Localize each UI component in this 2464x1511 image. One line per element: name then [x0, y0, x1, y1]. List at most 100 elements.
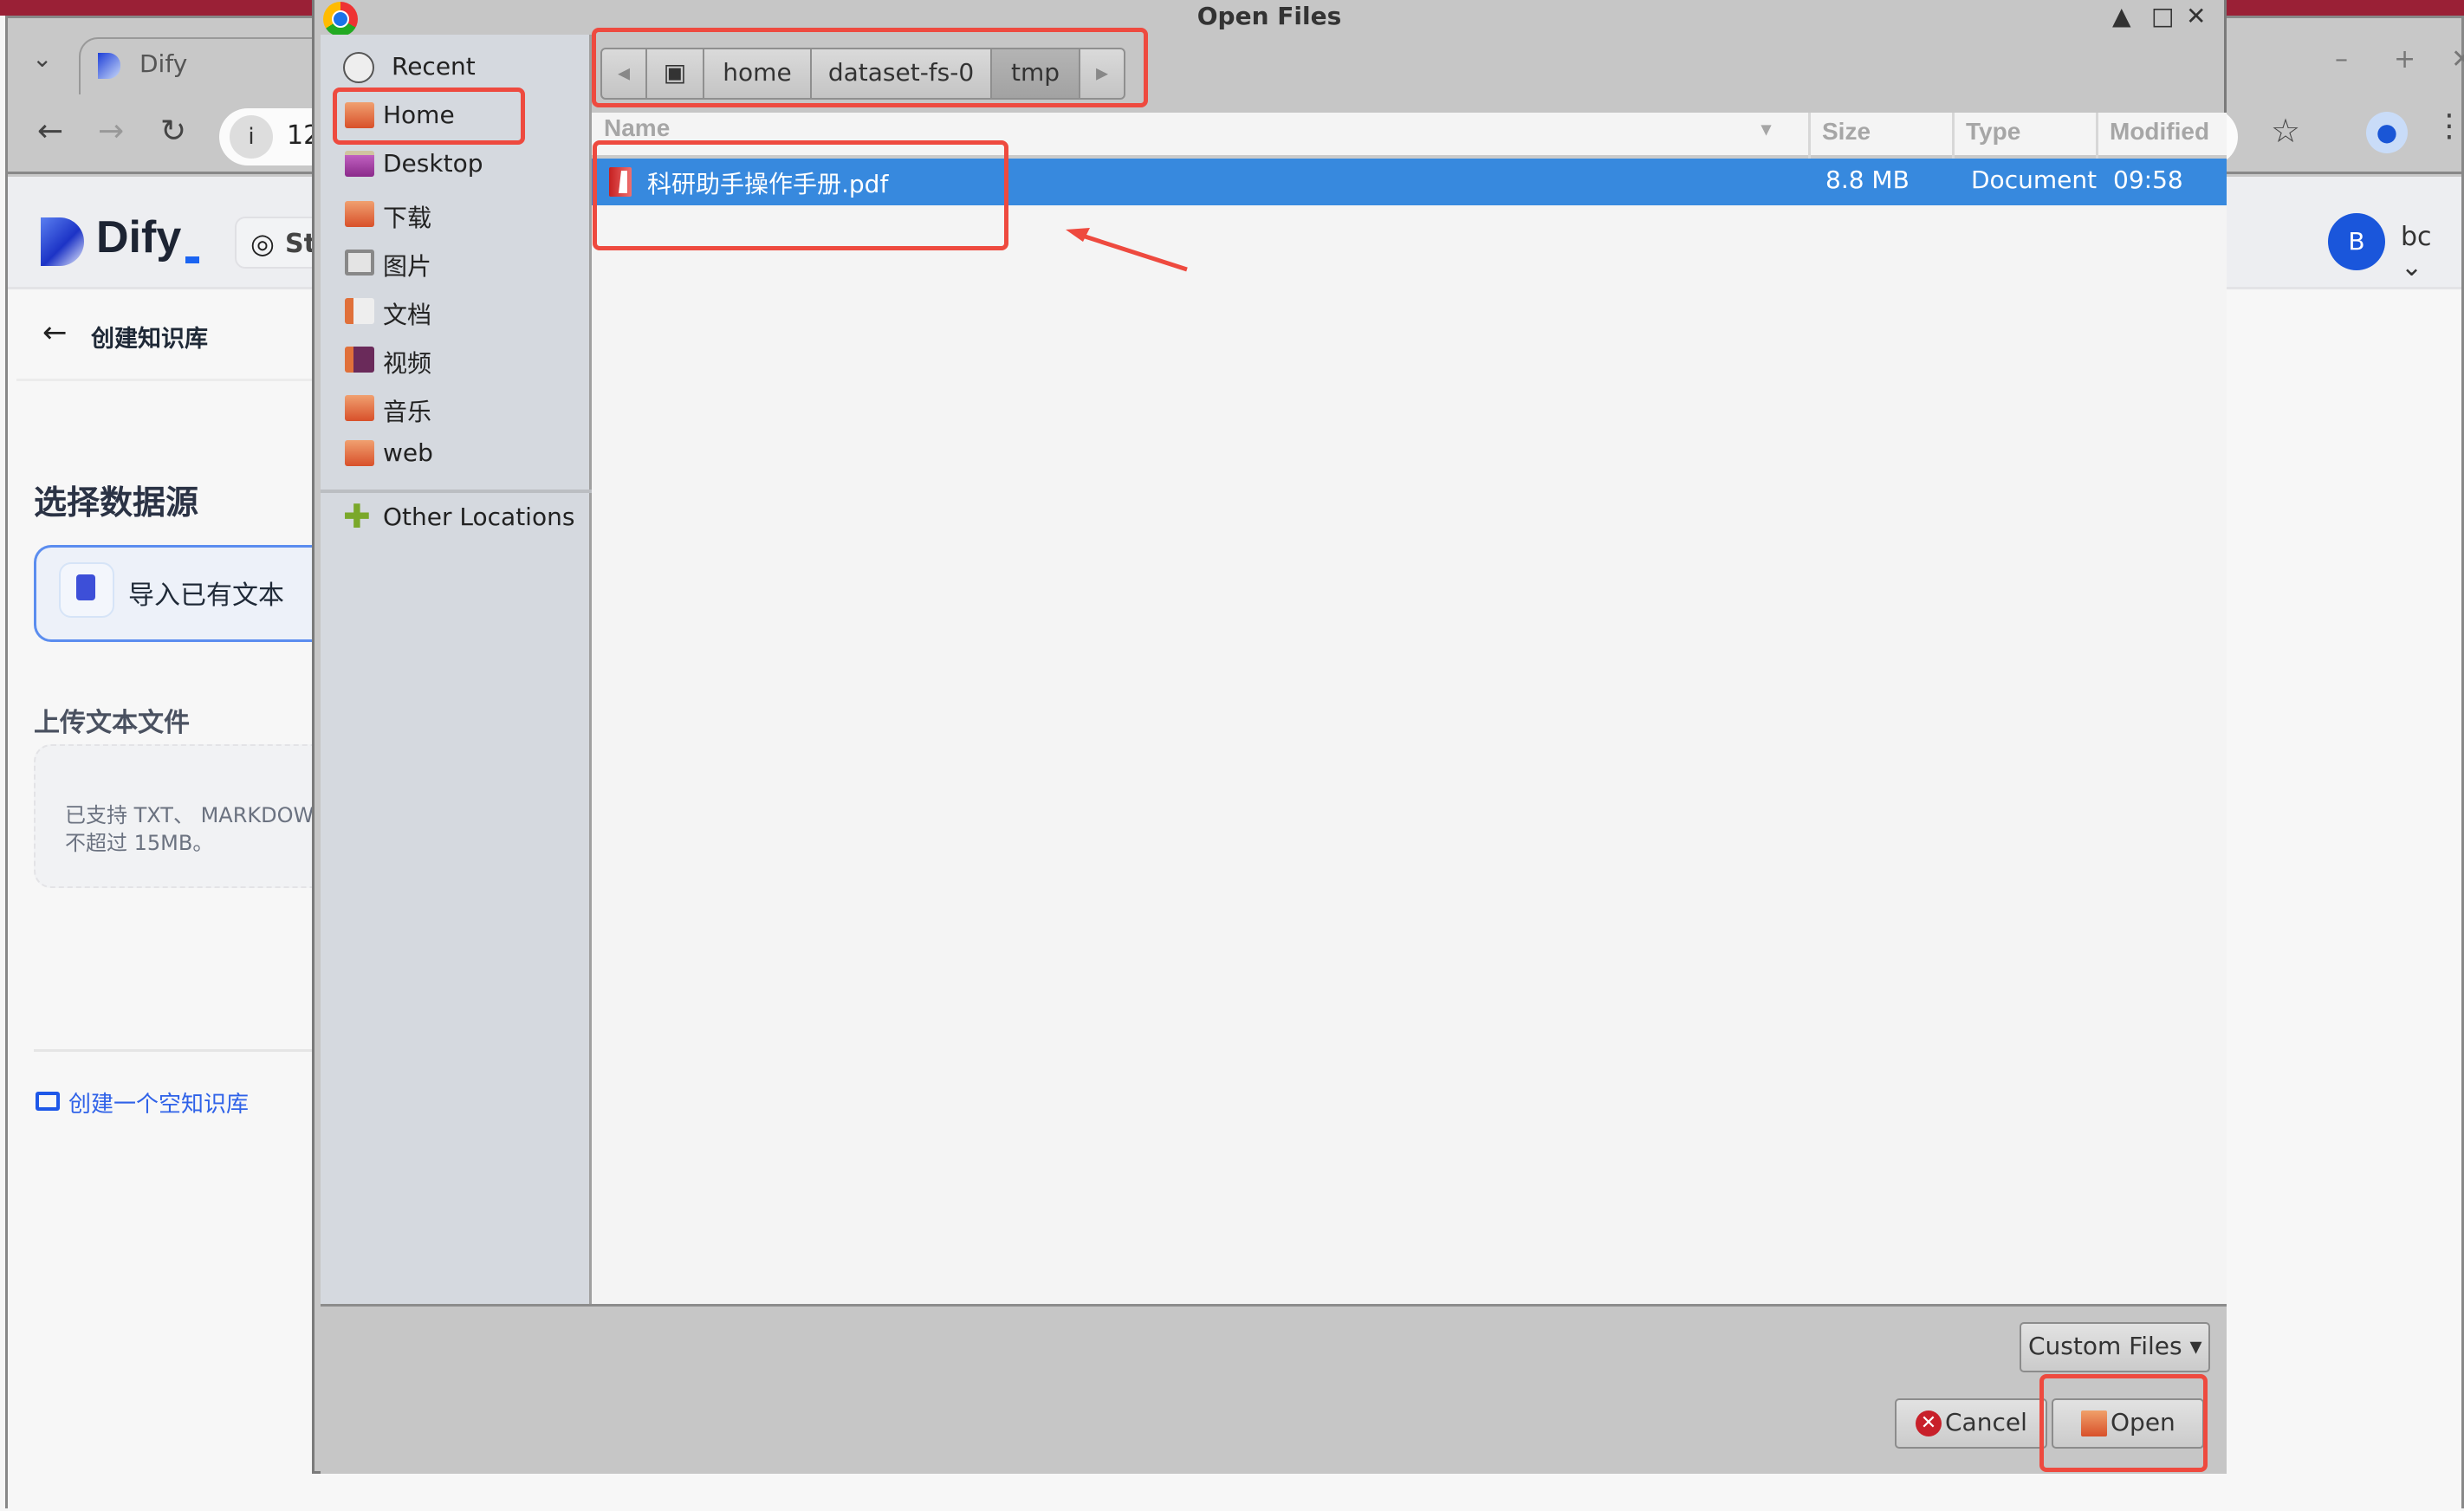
- place-home[interactable]: Home: [321, 95, 592, 140]
- music-folder-icon: [345, 395, 374, 421]
- place-label: web: [383, 438, 433, 467]
- dify-logo-cursor: [185, 256, 199, 263]
- home-folder-icon: [345, 102, 374, 128]
- documents-folder-icon: [345, 298, 374, 324]
- column-name[interactable]: Name: [604, 114, 670, 142]
- pdf-file-icon: [609, 167, 632, 197]
- path-scroll-left-button[interactable]: ◂: [600, 48, 647, 100]
- maximize-icon[interactable]: +: [2394, 44, 2415, 75]
- back-arrow-icon[interactable]: ←: [42, 315, 68, 350]
- dify-favicon-icon: [98, 53, 120, 79]
- column-type[interactable]: Type: [1966, 118, 2020, 146]
- sort-indicator-icon[interactable]: ▾: [1761, 118, 1771, 140]
- place-label: Recent: [392, 52, 476, 81]
- cancel-label: Cancel: [1945, 1408, 2027, 1436]
- profile-icon[interactable]: ●: [2366, 112, 2408, 153]
- file-dropzone[interactable]: 已支持 TXT、 MARKDOWN 不超过 15MB。: [34, 744, 330, 888]
- place-desktop[interactable]: Desktop: [321, 144, 592, 189]
- upload-label: 上传文本文件: [34, 708, 190, 738]
- source-option-label: 导入已有文本: [128, 580, 284, 611]
- place-label: Desktop: [383, 149, 483, 178]
- path-crumb-home[interactable]: home: [703, 48, 812, 100]
- dialog-close-icon[interactable]: ✕: [2186, 2, 2206, 30]
- user-menu[interactable]: bc ⌄: [2401, 222, 2461, 282]
- github-icon: ◎: [250, 227, 275, 260]
- forward-icon[interactable]: →: [98, 113, 124, 149]
- dropzone-hint-2: 不超过 15MB。: [65, 831, 214, 855]
- minimize-icon[interactable]: –: [2335, 44, 2348, 75]
- place-label: Home: [383, 101, 455, 129]
- path-crumb-dataset-fs-0[interactable]: dataset-fs-0: [810, 48, 992, 100]
- column-separator: [2096, 113, 2098, 159]
- plus-icon: ✚: [343, 497, 371, 535]
- open-label: Open: [2111, 1408, 2175, 1436]
- clock-icon: [343, 52, 374, 83]
- dialog-action-bar: Custom Files ▾ ✕ Cancel Open: [321, 1304, 2227, 1474]
- path-crumb-tmp[interactable]: tmp: [990, 48, 1080, 100]
- site-info-icon[interactable]: i: [230, 115, 273, 159]
- places-separator: [321, 490, 592, 493]
- source-icon-box: [59, 562, 114, 618]
- pictures-folder-icon: [345, 250, 374, 276]
- column-separator: [1952, 113, 1955, 159]
- videos-folder-icon: [345, 347, 374, 373]
- tab-list-icon[interactable]: ⌄: [32, 44, 52, 73]
- place-label: 音乐: [383, 398, 432, 426]
- close-icon[interactable]: ✕: [2451, 44, 2464, 75]
- place-label: 文档: [383, 301, 432, 329]
- place-music[interactable]: 音乐: [321, 388, 592, 433]
- source-option-import-text[interactable]: 导入已有文本: [34, 545, 328, 642]
- file-name: 科研助手操作手册.pdf: [647, 170, 889, 198]
- bookmark-star-icon[interactable]: ☆: [2271, 112, 2300, 150]
- path-root-button[interactable]: ▣: [645, 48, 704, 100]
- column-modified[interactable]: Modified: [2110, 118, 2209, 146]
- column-separator: [1808, 113, 1811, 159]
- annotation-arrow: [1066, 228, 1188, 272]
- reload-icon[interactable]: ↻: [160, 113, 186, 149]
- dify-logo-icon: [41, 217, 84, 266]
- divider: [16, 379, 320, 381]
- dialog-minimize-icon[interactable]: ▲: [2112, 2, 2131, 30]
- open-files-dialog: Open Files ▲ □ ✕ Recent Home Desktop 下载 …: [312, 0, 2227, 1474]
- place-documents[interactable]: 文档: [321, 291, 592, 336]
- menu-icon[interactable]: ⋮: [2434, 108, 2464, 144]
- file-row[interactable]: 科研助手操作手册.pdf 8.8 MB Document 09:58: [592, 159, 2227, 205]
- place-downloads[interactable]: 下载: [321, 194, 592, 239]
- place-pictures[interactable]: 图片: [321, 243, 592, 288]
- user-avatar[interactable]: B: [2328, 213, 2385, 270]
- column-size[interactable]: Size: [1822, 118, 1871, 146]
- folder-icon: [345, 440, 374, 466]
- place-recent[interactable]: Recent: [321, 47, 592, 92]
- folder-icon: [36, 1092, 60, 1111]
- downloads-folder-icon: [345, 201, 374, 227]
- place-videos[interactable]: 视频: [321, 340, 592, 385]
- dify-logo-text[interactable]: Dify: [96, 211, 181, 263]
- dialog-maximize-icon[interactable]: □: [2151, 2, 2174, 30]
- create-empty-knowledge-link[interactable]: 创建一个空知识库: [68, 1086, 249, 1119]
- file-type: Document: [1971, 165, 2098, 194]
- page-title: 创建知识库: [91, 326, 208, 353]
- open-folder-icon: [2081, 1410, 2107, 1436]
- file-size: 8.8 MB: [1825, 165, 1910, 194]
- column-headers: Name ▾ Size Type Modified: [592, 113, 2227, 159]
- path-bar: ◂ ▣ home dataset-fs-0 tmp ▸: [600, 48, 1129, 100]
- dialog-title: Open Files: [1196, 2, 1342, 30]
- tab-title: Dify: [139, 49, 188, 78]
- divider: [34, 1049, 328, 1052]
- open-button[interactable]: Open: [2052, 1398, 2204, 1449]
- back-icon[interactable]: ←: [37, 113, 63, 149]
- desktop-icon: [345, 151, 374, 177]
- place-label: Other Locations: [383, 503, 575, 531]
- file-modified: 09:58: [2113, 165, 2183, 194]
- cancel-button[interactable]: ✕ Cancel: [1895, 1398, 2047, 1449]
- file-list: Name ▾ Size Type Modified 科研助手操作手册.pdf 8…: [592, 113, 2227, 1304]
- place-web[interactable]: web: [321, 433, 592, 478]
- document-icon: [76, 574, 95, 600]
- place-label: 视频: [383, 349, 432, 378]
- file-filter-dropdown[interactable]: Custom Files ▾: [2020, 1322, 2210, 1372]
- dropzone-hint-1: 已支持 TXT、 MARKDOWN: [65, 803, 330, 827]
- place-other-locations[interactable]: ✚ Other Locations: [321, 497, 592, 542]
- cancel-icon: ✕: [1916, 1410, 1942, 1436]
- path-scroll-right-button[interactable]: ▸: [1079, 48, 1125, 100]
- places-sidebar: Recent Home Desktop 下载 图片 文档 视频 音乐 web ✚…: [321, 35, 592, 1304]
